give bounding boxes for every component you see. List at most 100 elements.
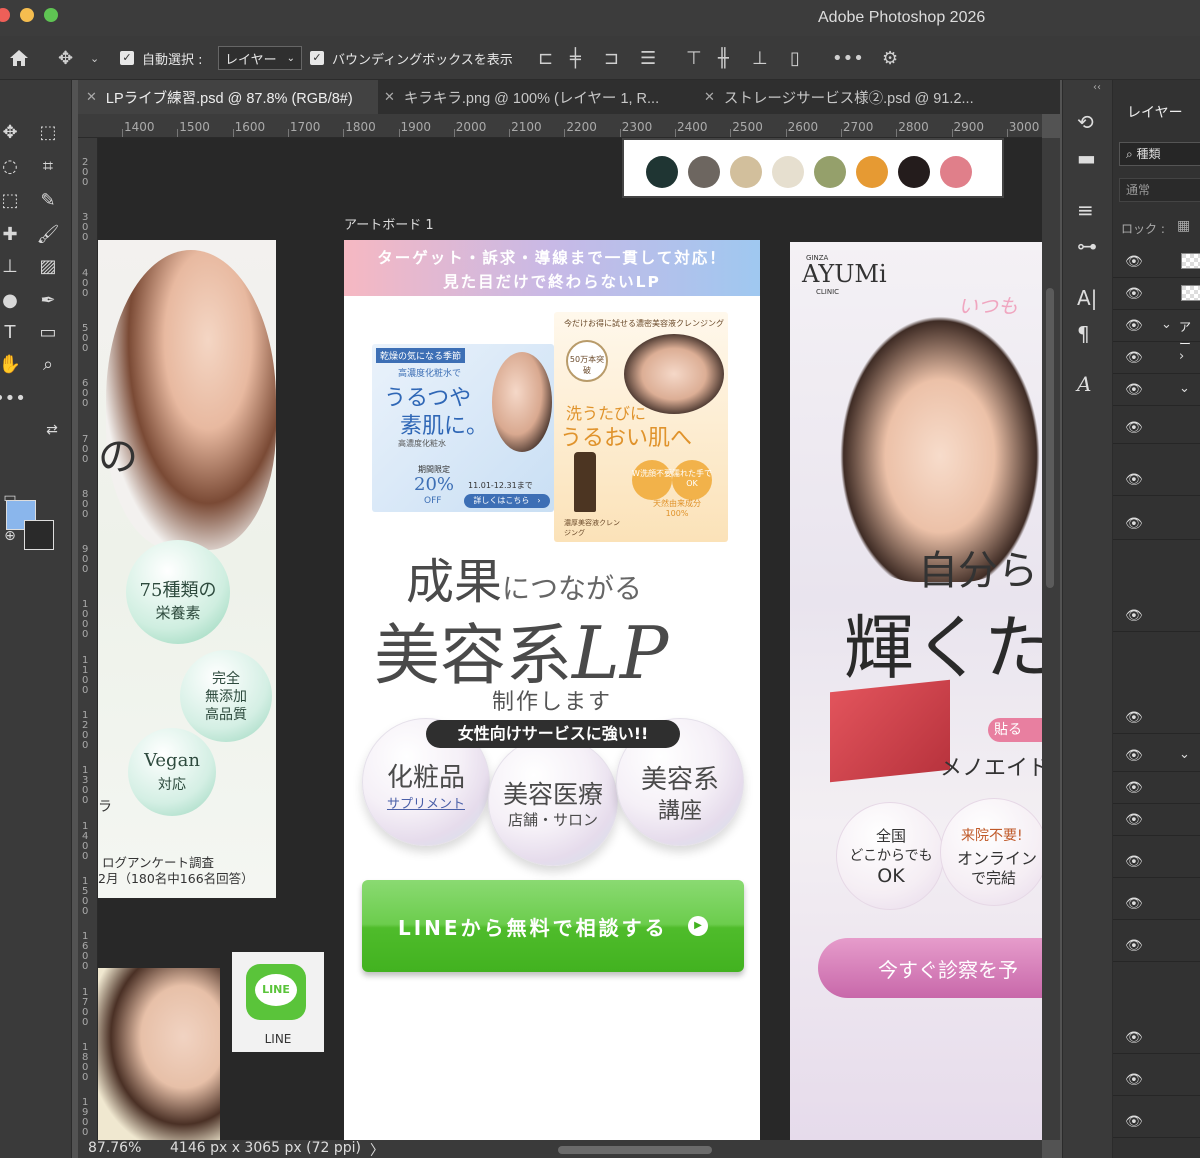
more-options-icon[interactable]: ••• xyxy=(832,36,864,80)
reserve-button[interactable]: 今すぐ診察を予 xyxy=(818,938,1042,998)
align-middle-icon[interactable]: ╫ xyxy=(718,36,729,80)
comment-icon[interactable]: ▬ xyxy=(1077,146,1096,170)
dodge-tool-icon[interactable]: ● xyxy=(0,286,26,314)
lasso-tool-icon[interactable]: ◌ xyxy=(0,152,26,180)
layer-row[interactable]: 👁 xyxy=(1113,772,1200,804)
adjustments-icon[interactable]: ⊶ xyxy=(1077,234,1097,258)
eye-icon[interactable]: 👁 xyxy=(1125,1030,1143,1046)
lock-transparency-icon[interactable]: ▦ xyxy=(1177,218,1190,234)
blend-mode-dropdown[interactable]: 通常 xyxy=(1119,178,1200,202)
bounding-box-checkbox[interactable]: ✓ バウンディングボックスを表示 xyxy=(310,36,513,80)
type-tool-icon[interactable]: T xyxy=(0,318,26,346)
align-bottom-icon[interactable]: ⊥ xyxy=(752,36,768,80)
layer-row[interactable]: 👁 xyxy=(1113,888,1200,920)
maximize-window-button[interactable] xyxy=(44,8,58,22)
collapse-icon[interactable]: ‹‹ xyxy=(1093,82,1101,93)
gradient-tool-icon[interactable]: ▨ xyxy=(32,252,64,280)
paragraph-icon[interactable]: ¶ xyxy=(1077,322,1090,346)
move-tool-icon[interactable]: ✥ xyxy=(0,118,26,146)
chevron-down-icon[interactable]: ⌄ xyxy=(90,36,99,80)
layer-row[interactable]: 👁 xyxy=(1113,930,1200,962)
gear-icon[interactable]: ⚙ xyxy=(882,36,898,80)
layer-row[interactable]: 👁 xyxy=(1113,1064,1200,1096)
eye-icon[interactable]: 👁 xyxy=(1125,780,1143,796)
layer-row[interactable]: 👁 xyxy=(1113,804,1200,836)
layer-filter[interactable]: ⌕ 種類 xyxy=(1119,142,1200,166)
distribute-icon[interactable]: ☰ xyxy=(640,36,656,80)
object-select-tool-icon[interactable]: ⬚ xyxy=(0,186,26,214)
layer-row[interactable]: 👁 xyxy=(1113,464,1200,496)
crop-tool-icon[interactable]: ⌗ xyxy=(32,152,64,180)
eye-icon[interactable]: 👁 xyxy=(1125,516,1143,532)
align-center-icon[interactable]: ╪ xyxy=(570,36,581,80)
layer-row[interactable]: 👁 xyxy=(1113,846,1200,878)
eye-icon[interactable]: 👁 xyxy=(1125,710,1143,726)
layers-panel-title[interactable]: レイヤー xyxy=(1127,102,1183,122)
vertical-ruler[interactable]: 200 300 400 500 600 700 800 900 1000 1100 1200 1300… xyxy=(78,138,98,1140)
chevron-right-icon[interactable]: › xyxy=(1179,349,1184,364)
align-right-icon[interactable]: ⊐ xyxy=(604,36,619,80)
zoom-level[interactable]: 87.76% xyxy=(88,1140,141,1156)
tab-lp-live[interactable]: ✕ LPライブ練習.psd @ 87.8% (RGB/8#) xyxy=(78,80,378,114)
hand-tool-icon[interactable]: ✋ xyxy=(0,350,26,378)
layer-row[interactable]: 👁 xyxy=(1113,1106,1200,1138)
background-color-swatch[interactable] xyxy=(24,520,54,550)
glyphs-icon[interactable]: A xyxy=(1077,372,1091,396)
layer-row[interactable]: 👁 ⌄ xyxy=(1113,740,1200,772)
align-top-icon[interactable]: ⊤ xyxy=(686,36,702,80)
canvas-vertical-scrollbar[interactable] xyxy=(1042,138,1060,1140)
eye-icon[interactable]: 👁 xyxy=(1125,254,1143,270)
minimize-window-button[interactable] xyxy=(20,8,34,22)
eye-icon[interactable]: 👁 xyxy=(1125,318,1143,334)
eye-icon[interactable]: 👁 xyxy=(1125,854,1143,870)
status-menu-icon[interactable]: 〉 xyxy=(370,1140,384,1158)
close-icon[interactable]: ✕ xyxy=(384,89,395,105)
layer-row[interactable]: 👁 xyxy=(1113,278,1200,310)
eye-icon[interactable]: 👁 xyxy=(1125,896,1143,912)
home-icon[interactable] xyxy=(8,36,30,80)
auto-select-checkbox[interactable]: ✓ 自動選択 : xyxy=(120,36,203,80)
distribute-vertical-icon[interactable]: ▯ xyxy=(790,36,800,80)
eye-icon[interactable]: 👁 xyxy=(1125,472,1143,488)
chevron-down-icon[interactable]: ⌄ xyxy=(1179,747,1190,762)
chevron-down-icon[interactable]: ⌄ xyxy=(1179,381,1190,396)
move-tool-icon[interactable]: ✥ xyxy=(58,36,73,80)
eye-icon[interactable]: 👁 xyxy=(1125,938,1143,954)
layer-row[interactable]: 👁 xyxy=(1113,412,1200,444)
layer-row[interactable]: 👁 › xyxy=(1113,342,1200,374)
layer-row[interactable]: 👁 xyxy=(1113,246,1200,278)
eyedropper-tool-icon[interactable]: ✎ xyxy=(32,186,64,214)
chevron-down-icon[interactable]: ⌄ xyxy=(1161,317,1172,332)
rectangle-tool-icon[interactable]: ▭ xyxy=(32,318,64,346)
layer-row[interactable]: 👁 xyxy=(1113,702,1200,734)
stamp-tool-icon[interactable]: ⊥ xyxy=(0,252,26,280)
details-button[interactable]: 詳しくはこちら › xyxy=(464,494,550,508)
swap-colors-icon[interactable]: ⇄ xyxy=(36,416,68,444)
layer-row[interactable]: 👁 ⌄ アー xyxy=(1113,310,1200,351)
zoom-tool-icon[interactable]: ⌕ xyxy=(32,350,64,378)
layer-row[interactable]: 👁 xyxy=(1113,1022,1200,1054)
character-icon[interactable]: A| xyxy=(1077,286,1097,310)
eye-icon[interactable]: 👁 xyxy=(1125,812,1143,828)
eye-icon[interactable]: 👁 xyxy=(1125,420,1143,436)
eye-icon[interactable]: 👁 xyxy=(1125,382,1143,398)
tab-storage[interactable]: ✕ ストレージサービス様②.psd @ 91.2... xyxy=(704,80,1004,114)
align-left-icon[interactable]: ⊏ xyxy=(538,36,553,80)
tab-kirakira[interactable]: ✕ キラキラ.png @ 100% (レイヤー 1, R... xyxy=(384,80,694,114)
eye-icon[interactable]: 👁 xyxy=(1125,1072,1143,1088)
eye-icon[interactable]: 👁 xyxy=(1125,286,1143,302)
auto-select-dropdown[interactable]: レイヤー ⌄ xyxy=(218,46,303,70)
eye-icon[interactable]: 👁 xyxy=(1125,350,1143,366)
pen-tool-icon[interactable]: ✒ xyxy=(32,286,64,314)
quick-mask-icon[interactable]: ⊕ xyxy=(0,522,26,550)
layer-row[interactable]: 👁 xyxy=(1113,600,1200,632)
close-window-button[interactable] xyxy=(0,8,10,22)
eye-icon[interactable]: 👁 xyxy=(1125,1114,1143,1130)
more-tools-icon[interactable]: ••• xyxy=(0,384,26,412)
marquee-tool-icon[interactable]: ⬚ xyxy=(32,118,64,146)
close-icon[interactable]: ✕ xyxy=(86,89,97,105)
screen-mode-icon[interactable]: ▭ xyxy=(0,484,26,512)
eye-icon[interactable]: 👁 xyxy=(1125,748,1143,764)
horizontal-scroll-thumb[interactable] xyxy=(558,1146,712,1154)
close-icon[interactable]: ✕ xyxy=(704,89,715,105)
